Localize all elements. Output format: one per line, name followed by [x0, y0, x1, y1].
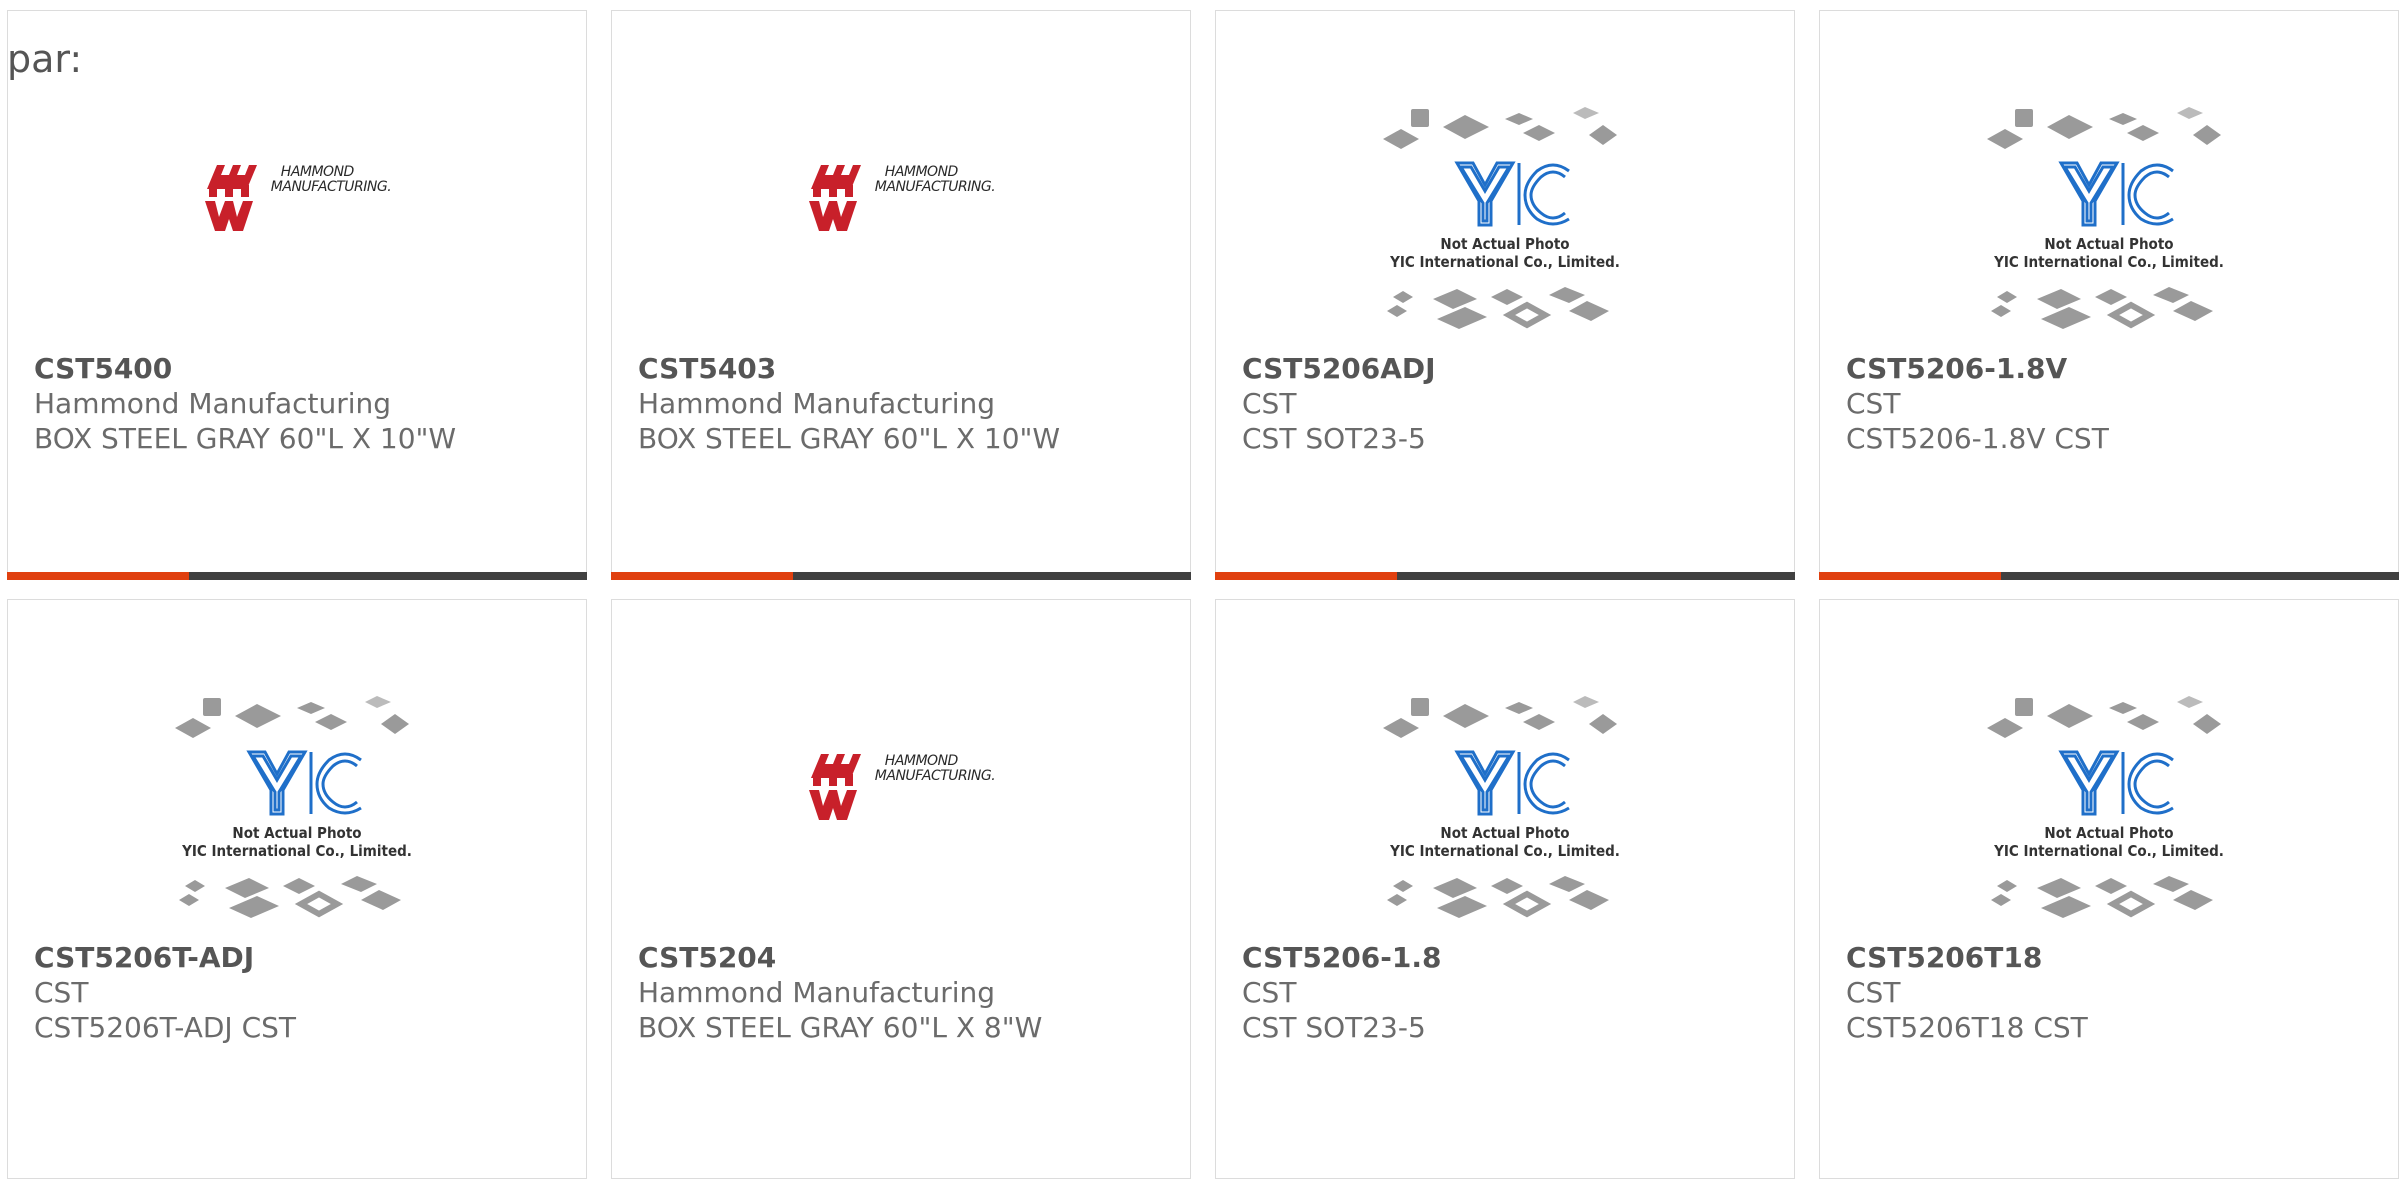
manufacturer: CST: [1846, 976, 1901, 1009]
product-card[interactable]: Not Actual Photo YIC International Co., …: [1819, 10, 2399, 580]
manufacturer: Hammond Manufacturing: [638, 387, 996, 420]
manufacturer: CST: [1242, 976, 1297, 1009]
product-card[interactable]: HAMMOND MANUFACTURING. CST5204 Hammond M…: [611, 599, 1191, 1179]
description: BOX STEEL GRAY 60"L X 10"W: [638, 422, 1061, 455]
part-number[interactable]: CST5206ADJ: [1242, 351, 1784, 386]
product-card[interactable]: HAMMOND MANUFACTURING. CST5400 Hammond M…: [7, 10, 587, 580]
svg-text:YIC International Co., Limited: YIC International Co., Limited.: [181, 842, 412, 860]
product-image[interactable]: Not Actual Photo YIC International Co., …: [1820, 680, 2398, 940]
description: BOX STEEL GRAY 60"L X 10"W: [34, 422, 457, 455]
product-image[interactable]: Not Actual Photo YIC International Co., …: [1216, 680, 1794, 940]
yic-placeholder-image: Not Actual Photo YIC International Co., …: [1987, 696, 2224, 918]
part-number[interactable]: CST5403: [638, 351, 1180, 386]
product-image[interactable]: Not Actual Photo YIC International Co., …: [1216, 91, 1794, 351]
product-card[interactable]: Not Actual Photo YIC International Co., …: [1215, 10, 1795, 580]
part-number[interactable]: CST5206T-ADJ: [34, 940, 576, 975]
yic-placeholder-image: Not Actual Photo YIC International Co., …: [1987, 107, 2224, 329]
svg-text:YIC International Co., Limited: YIC International Co., Limited.: [1389, 253, 1620, 271]
product-card[interactable]: HAMMOND MANUFACTURING. CST5403 Hammond M…: [611, 10, 1191, 580]
yic-placeholder-image: Not Actual Photo YIC International Co., …: [1383, 107, 1620, 329]
yic-placeholder-image: Not Actual Photo YIC International Co., …: [1383, 696, 1620, 918]
card-accent-bar: [611, 572, 1191, 580]
manufacturer: Hammond Manufacturing: [638, 976, 996, 1009]
card-accent-bar: [1819, 572, 2399, 580]
product-card[interactable]: Not Actual Photo YIC International Co., …: [7, 599, 587, 1179]
product-image[interactable]: Not Actual Photo YIC International Co., …: [1820, 91, 2398, 351]
card-accent-bar: [7, 572, 587, 580]
svg-text:Not Actual Photo: Not Actual Photo: [232, 824, 361, 842]
product-card[interactable]: Not Actual Photo YIC International Co., …: [1819, 599, 2399, 1179]
part-number[interactable]: CST5206-1.8: [1242, 940, 1784, 975]
svg-text:YIC International Co., Limited: YIC International Co., Limited.: [1389, 842, 1620, 860]
hammond-logo: HAMMOND MANUFACTURING.: [807, 750, 996, 822]
svg-text:Not Actual Photo: Not Actual Photo: [2044, 824, 2173, 842]
manufacturer: CST: [34, 976, 89, 1009]
results-heading: par:: [7, 37, 83, 81]
description: CST SOT23-5: [1242, 422, 1426, 455]
hammond-logo: HAMMOND MANUFACTURING.: [203, 161, 392, 233]
yic-placeholder-image: Not Actual Photo YIC International Co., …: [175, 696, 412, 918]
svg-text:YIC International Co., Limited: YIC International Co., Limited.: [1993, 253, 2224, 271]
part-number[interactable]: CST5400: [34, 351, 576, 386]
description: CST5206-1.8V CST: [1846, 422, 2109, 455]
manufacturer: CST: [1242, 387, 1297, 420]
card-accent-bar: [1215, 572, 1795, 580]
part-number[interactable]: CST5206-1.8V: [1846, 351, 2388, 386]
svg-text:Not Actual Photo: Not Actual Photo: [2044, 235, 2173, 253]
product-image[interactable]: HAMMOND MANUFACTURING.: [8, 91, 586, 351]
svg-text:Not Actual Photo: Not Actual Photo: [1440, 824, 1569, 842]
hammond-logo: HAMMOND MANUFACTURING.: [807, 161, 996, 233]
svg-text:Not Actual Photo: Not Actual Photo: [1440, 235, 1569, 253]
manufacturer: CST: [1846, 387, 1901, 420]
description: CST SOT23-5: [1242, 1011, 1426, 1044]
part-number[interactable]: CST5204: [638, 940, 1180, 975]
product-card[interactable]: Not Actual Photo YIC International Co., …: [1215, 599, 1795, 1179]
svg-text:YIC International Co., Limited: YIC International Co., Limited.: [1993, 842, 2224, 860]
manufacturer: Hammond Manufacturing: [34, 387, 392, 420]
part-number[interactable]: CST5206T18: [1846, 940, 2388, 975]
description: CST5206T18 CST: [1846, 1011, 2088, 1044]
description: CST5206T-ADJ CST: [34, 1011, 297, 1044]
product-image[interactable]: Not Actual Photo YIC International Co., …: [8, 680, 586, 940]
description: BOX STEEL GRAY 60"L X 8"W: [638, 1011, 1043, 1044]
product-image[interactable]: HAMMOND MANUFACTURING.: [612, 680, 1190, 940]
product-image[interactable]: HAMMOND MANUFACTURING.: [612, 91, 1190, 351]
